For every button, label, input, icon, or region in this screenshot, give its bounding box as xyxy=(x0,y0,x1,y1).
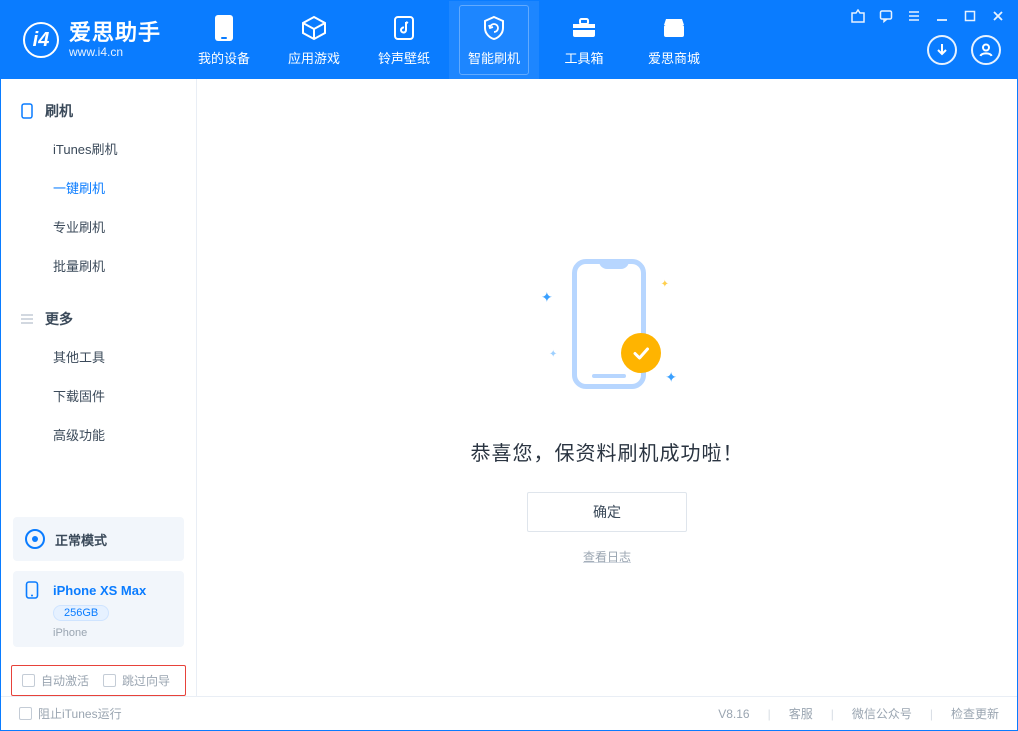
logo-icon: i4 xyxy=(23,22,59,58)
checkbox-label: 跳过向导 xyxy=(122,672,170,689)
nav-my-device[interactable]: 我的设备 xyxy=(179,1,269,79)
user-button[interactable] xyxy=(971,35,1001,65)
device-capacity-badge: 256GB xyxy=(53,605,109,621)
success-illustration: ✦ ✦ ✦ ✦ xyxy=(527,249,687,419)
group-title: 刷机 xyxy=(45,101,73,121)
sparkle-icon: ✦ xyxy=(549,349,557,360)
nav-label: 我的设备 xyxy=(198,48,250,67)
success-text: 恭喜您，保资料刷机成功啦！ xyxy=(471,437,744,466)
nav-label: 工具箱 xyxy=(565,48,604,67)
footer-link-wechat[interactable]: 微信公众号 xyxy=(852,705,912,722)
phone-outline-icon xyxy=(19,103,35,119)
cube-icon xyxy=(300,14,328,42)
checkbox-auto-activate[interactable]: 自动激活 xyxy=(22,672,89,689)
nav-label: 智能刷机 xyxy=(468,48,520,67)
maximize-button[interactable] xyxy=(961,7,979,25)
app-title: 爱思助手 xyxy=(69,21,161,45)
device-icon xyxy=(210,14,238,42)
view-log-link[interactable]: 查看日志 xyxy=(583,548,631,565)
sidebar-group-more: 更多 xyxy=(1,301,196,337)
sidebar-item-pro-flash[interactable]: 专业刷机 xyxy=(1,207,196,246)
header-right-icons xyxy=(927,35,1001,65)
sidebar-item-download-firmware[interactable]: 下载固件 xyxy=(1,376,196,415)
sidebar-item-other-tools[interactable]: 其他工具 xyxy=(1,337,196,376)
body: 刷机 iTunes刷机 一键刷机 专业刷机 批量刷机 更多 其他工具 下载固件 … xyxy=(1,79,1017,696)
nav-label: 应用游戏 xyxy=(288,48,340,67)
checkbox-label: 自动激活 xyxy=(41,672,89,689)
menu-icon[interactable] xyxy=(905,7,923,25)
nav-label: 爱思商城 xyxy=(648,48,700,67)
sidebar-item-oneclick-flash[interactable]: 一键刷机 xyxy=(1,168,196,207)
device-name: iPhone XS Max xyxy=(53,583,146,598)
sparkle-icon: ✦ xyxy=(661,279,669,290)
checkbox-skip-guide[interactable]: 跳过向导 xyxy=(103,672,170,689)
nav-smart-flash[interactable]: 智能刷机 xyxy=(449,1,539,79)
feedback-icon[interactable] xyxy=(877,7,895,25)
download-button[interactable] xyxy=(927,35,957,65)
sidebar-item-batch-flash[interactable]: 批量刷机 xyxy=(1,246,196,285)
nav-ringtones-wallpapers[interactable]: 铃声壁纸 xyxy=(359,1,449,79)
checkbox-label: 阻止iTunes运行 xyxy=(38,705,122,722)
sidebar-scroll: 刷机 iTunes刷机 一键刷机 专业刷机 批量刷机 更多 其他工具 下载固件 … xyxy=(1,79,196,517)
sidebar-group-flash: 刷机 xyxy=(1,93,196,129)
mode-card[interactable]: 正常模式 xyxy=(13,517,184,561)
app-subtitle: www.i4.cn xyxy=(69,46,161,59)
sparkle-icon: ✦ xyxy=(665,369,677,386)
footer-link-support[interactable]: 客服 xyxy=(789,705,813,722)
sidebar-item-itunes-flash[interactable]: iTunes刷机 xyxy=(1,129,196,168)
footer-link-check-update[interactable]: 检查更新 xyxy=(951,705,999,722)
footer: 阻止iTunes运行 V8.16 | 客服 | 微信公众号 | 检查更新 xyxy=(1,696,1017,730)
group-title: 更多 xyxy=(45,309,73,329)
music-file-icon xyxy=(390,14,418,42)
titlebar-controls xyxy=(849,7,1007,25)
device-phone-icon xyxy=(25,581,43,599)
store-icon xyxy=(660,14,688,42)
mode-label: 正常模式 xyxy=(55,530,107,549)
header: i4 爱思助手 www.i4.cn 我的设备 应用游戏 铃声壁纸 智能刷机 xyxy=(1,1,1017,79)
toolbox-icon xyxy=(570,14,598,42)
device-type: iPhone xyxy=(53,627,172,639)
version-label: V8.16 xyxy=(718,707,749,721)
list-icon xyxy=(19,311,35,327)
checkbox-box-icon xyxy=(103,674,116,687)
mode-icon xyxy=(25,529,45,549)
sidebar: 刷机 iTunes刷机 一键刷机 专业刷机 批量刷机 更多 其他工具 下载固件 … xyxy=(1,79,197,696)
options-highlight-box: 自动激活 跳过向导 xyxy=(11,665,186,696)
nav-apps-games[interactable]: 应用游戏 xyxy=(269,1,359,79)
device-card[interactable]: iPhone XS Max 256GB iPhone xyxy=(13,571,184,647)
checkmark-badge-icon xyxy=(621,333,661,373)
sidebar-item-advanced[interactable]: 高级功能 xyxy=(1,415,196,454)
logo-text: 爱思助手 www.i4.cn xyxy=(69,21,161,58)
sparkle-icon: ✦ xyxy=(541,289,553,306)
app-window: i4 爱思助手 www.i4.cn 我的设备 应用游戏 铃声壁纸 智能刷机 xyxy=(0,0,1018,731)
sidebar-bottom: 正常模式 iPhone XS Max 256GB iPhone xyxy=(1,517,196,657)
close-button[interactable] xyxy=(989,7,1007,25)
theme-icon[interactable] xyxy=(849,7,867,25)
minimize-button[interactable] xyxy=(933,7,951,25)
checkbox-box-icon xyxy=(22,674,35,687)
main-nav: 我的设备 应用游戏 铃声壁纸 智能刷机 工具箱 爱思商城 xyxy=(179,1,719,79)
main-content: ✦ ✦ ✦ ✦ 恭喜您，保资料刷机成功啦！ 确定 查看日志 xyxy=(197,79,1017,696)
nav-label: 铃声壁纸 xyxy=(378,48,430,67)
checkbox-block-itunes[interactable]: 阻止iTunes运行 xyxy=(19,705,122,722)
nav-toolbox[interactable]: 工具箱 xyxy=(539,1,629,79)
ok-button[interactable]: 确定 xyxy=(527,492,687,532)
result-panel: ✦ ✦ ✦ ✦ 恭喜您，保资料刷机成功啦！ 确定 查看日志 xyxy=(197,249,1017,565)
logo: i4 爱思助手 www.i4.cn xyxy=(1,21,179,58)
shield-refresh-icon xyxy=(480,14,508,42)
nav-store[interactable]: 爱思商城 xyxy=(629,1,719,79)
checkbox-box-icon xyxy=(19,707,32,720)
